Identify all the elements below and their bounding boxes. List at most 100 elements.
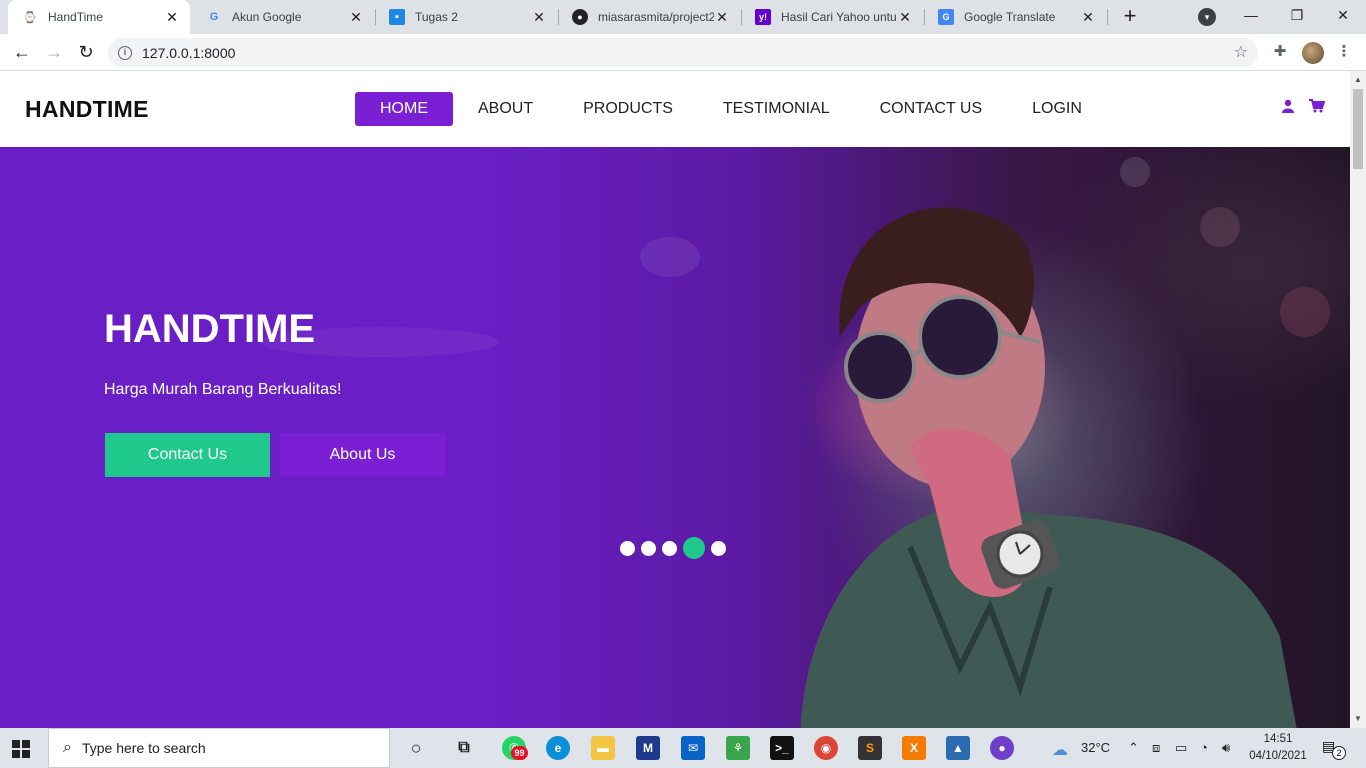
clock-date: 04/10/2021 xyxy=(1249,750,1307,762)
close-tab-icon[interactable]: ✕ xyxy=(897,9,913,26)
terminal-icon[interactable]: >_ xyxy=(770,736,794,760)
taskbar-clock[interactable]: 14:51 04/10/2021 xyxy=(1246,731,1310,765)
site-info-icon[interactable]: i xyxy=(118,45,132,60)
site-header: HANDTIME HOME ABOUT PRODUCTS TESTIMONIAL… xyxy=(0,71,1350,147)
close-tab-icon[interactable]: ✕ xyxy=(1080,9,1096,26)
search-icon: ⌕ xyxy=(63,739,72,756)
clock-time: 14:51 xyxy=(1263,733,1293,745)
github-desktop-icon[interactable]: ● xyxy=(990,736,1014,760)
slide-dot-3[interactable] xyxy=(662,540,677,556)
hero-model-photo xyxy=(800,207,1297,728)
hero-subtitle: Harga Murah Barang Berkualitas! xyxy=(104,381,342,398)
scroll-up-arrow-icon[interactable]: ▲ xyxy=(1350,73,1366,87)
contact-us-button[interactable]: Contact Us xyxy=(105,433,270,477)
forward-arrow-icon[interactable]: → xyxy=(42,40,66,64)
scroll-down-arrow-icon[interactable]: ▼ xyxy=(1350,712,1366,726)
windows-start-icon[interactable] xyxy=(12,740,30,758)
task-view-icon[interactable]: ⧉ xyxy=(452,736,476,760)
tab-title: Tugas 2 xyxy=(415,10,458,24)
whatsapp-unread-badge: 99 xyxy=(511,746,528,760)
browser-tab-strip: ⌚ HandTime ✕ G Akun Google ✕ ▪ Tugas 2 ✕… xyxy=(0,0,1366,34)
profile-avatar[interactable] xyxy=(1302,42,1324,64)
close-tab-icon[interactable]: ✕ xyxy=(348,9,364,26)
watch-favicon-icon: ⌚ xyxy=(23,11,37,24)
xampp-icon[interactable]: X xyxy=(902,736,926,760)
edge-browser-icon[interactable]: e xyxy=(546,736,570,760)
taskbar-search-placeholder: Type here to search xyxy=(81,740,206,756)
bookmark-star-icon[interactable]: ☆ xyxy=(1234,42,1248,62)
tab-search-icon[interactable]: ▾ xyxy=(1198,8,1216,26)
main-menu: HOME ABOUT PRODUCTS TESTIMONIAL CONTACT … xyxy=(355,92,1107,126)
windows-taskbar: ⌕ Type here to search ○ ⧉ ✆ e ▬ M ✉ ⚘ >_… xyxy=(0,728,1366,768)
site-brand-logo[interactable]: HANDTIME xyxy=(25,96,149,123)
sublime-text-icon[interactable]: S xyxy=(858,736,882,760)
app-m-icon[interactable]: M xyxy=(636,736,660,760)
extensions-puzzle-icon[interactable]: ✚ xyxy=(1270,42,1290,62)
taskbar-search-box[interactable]: ⌕ Type here to search xyxy=(48,728,390,768)
app-green-icon[interactable]: ⚘ xyxy=(726,736,750,760)
bokeh-light xyxy=(1120,157,1150,187)
tab-handtime[interactable]: ⌚ HandTime ✕ xyxy=(8,0,190,34)
tab-title: Akun Google xyxy=(232,10,302,24)
tab-title: Hasil Cari Yahoo untuk xyxy=(781,10,897,24)
weather-cloud-icon[interactable]: ☁ xyxy=(1052,740,1068,760)
file-explorer-icon[interactable]: ▬ xyxy=(591,736,615,760)
bokeh-light xyxy=(640,237,700,277)
cart-icon[interactable] xyxy=(1309,99,1326,117)
wifi-icon[interactable]: ◔ xyxy=(1200,740,1208,755)
tab-github-project[interactable]: ● miasarasmita/project2 ✕ xyxy=(558,0,740,34)
tab-google-translate[interactable]: G Google Translate ✕ xyxy=(924,0,1106,34)
close-tab-icon[interactable]: ✕ xyxy=(164,9,180,26)
mail-icon[interactable]: ✉ xyxy=(681,736,705,760)
back-arrow-icon[interactable]: ← xyxy=(10,40,34,64)
close-tab-icon[interactable]: ✕ xyxy=(531,9,547,26)
menu-item-testimonial[interactable]: TESTIMONIAL xyxy=(698,92,855,126)
slider-indicators xyxy=(620,537,732,559)
slide-dot-2[interactable] xyxy=(641,540,656,556)
browser-toolbar: ← → ↻ i 127.0.0.1:8000 ☆ ✚ ⋮ xyxy=(0,34,1366,71)
hero-slider: HANDTIME Harga Murah Barang Berkualitas!… xyxy=(0,147,1350,728)
new-tab-button[interactable]: + xyxy=(1118,4,1142,30)
restore-window-icon[interactable]: ❐ xyxy=(1274,0,1320,30)
page-scrollbar[interactable]: ▲ ▼ xyxy=(1350,71,1366,728)
scrollbar-thumb[interactable] xyxy=(1353,89,1363,169)
tab-yahoo-search[interactable]: y! Hasil Cari Yahoo untuk ✕ xyxy=(741,0,923,34)
slide-dot-4-active[interactable] xyxy=(683,537,705,559)
hero-title: HANDTIME xyxy=(104,307,316,351)
menu-item-products[interactable]: PRODUCTS xyxy=(558,92,698,126)
tab-separator xyxy=(1107,9,1108,25)
menu-item-about[interactable]: ABOUT xyxy=(453,92,558,126)
cortana-circle-icon[interactable]: ○ xyxy=(404,736,428,760)
show-hidden-icons-chevron-icon[interactable]: ⌃ xyxy=(1128,740,1139,756)
address-bar[interactable]: i 127.0.0.1:8000 ☆ xyxy=(108,38,1258,67)
onedrive-icon[interactable]: ⧈ xyxy=(1152,740,1160,756)
user-icon[interactable] xyxy=(1282,99,1294,117)
slide-dot-5[interactable] xyxy=(711,540,726,556)
tab-akun-google[interactable]: G Akun Google ✕ xyxy=(192,0,374,34)
github-favicon-icon: ● xyxy=(572,9,588,25)
about-us-button[interactable]: About Us xyxy=(280,433,445,477)
web-page: HANDTIME HOME ABOUT PRODUCTS TESTIMONIAL… xyxy=(0,71,1350,728)
yahoo-favicon-icon: y! xyxy=(755,9,771,25)
chrome-icon[interactable]: ◉ xyxy=(814,736,838,760)
google-favicon-icon: G xyxy=(209,11,219,23)
translate-favicon-icon: G xyxy=(938,9,954,25)
weather-temperature[interactable]: 32°C xyxy=(1081,740,1110,755)
tab-tugas-2[interactable]: ▪ Tugas 2 ✕ xyxy=(375,0,557,34)
classroom-favicon-icon: ▪ xyxy=(389,9,405,25)
close-window-icon[interactable]: ✕ xyxy=(1320,0,1366,30)
browser-menu-icon[interactable]: ⋮ xyxy=(1334,42,1354,62)
tab-title: miasarasmita/project2 xyxy=(598,10,714,24)
reload-icon[interactable]: ↻ xyxy=(74,40,98,64)
battery-icon[interactable]: ▭ xyxy=(1175,740,1187,756)
close-tab-icon[interactable]: ✕ xyxy=(714,9,730,26)
menu-item-login[interactable]: LOGIN xyxy=(1007,92,1107,126)
volume-icon[interactable]: 🔊︎ xyxy=(1222,740,1230,756)
menu-item-contact-us[interactable]: CONTACT US xyxy=(855,92,1008,126)
slide-dot-1[interactable] xyxy=(620,540,635,556)
notification-center-icon[interactable]: ▤ 2 xyxy=(1322,738,1346,760)
photos-icon[interactable]: ▲ xyxy=(946,736,970,760)
menu-item-home[interactable]: HOME xyxy=(355,92,453,126)
minimize-window-icon[interactable]: — xyxy=(1228,0,1274,30)
tab-title: HandTime xyxy=(48,10,103,24)
